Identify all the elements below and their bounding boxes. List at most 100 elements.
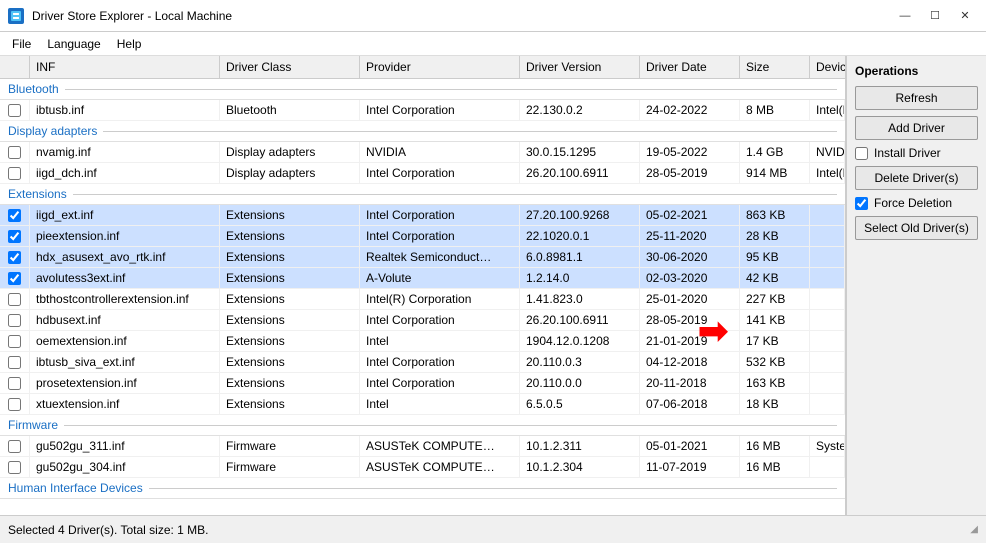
col-size[interactable]: Size [740, 56, 810, 78]
close-button[interactable]: ✕ [952, 6, 978, 26]
cell-size: 8 MB [740, 100, 810, 120]
menu-item-file[interactable]: File [4, 35, 39, 53]
cell-class: Firmware [220, 457, 360, 477]
cell-provider: Intel Corporation [360, 163, 520, 183]
row-checkbox[interactable] [8, 377, 21, 390]
row-checkbox[interactable] [8, 314, 21, 327]
cell-size: 914 MB [740, 163, 810, 183]
table-row[interactable]: pieextension.inf Extensions Intel Corpor… [0, 226, 845, 247]
row-checkbox[interactable] [8, 251, 21, 264]
row-checkbox[interactable] [8, 209, 21, 222]
force-deletion-row: Force Deletion ▶ [855, 196, 978, 210]
col-class[interactable]: Driver Class [220, 56, 360, 78]
window-controls: — ☐ ✕ [892, 6, 978, 26]
table-row[interactable]: ibtusb.inf Bluetooth Intel Corporation 2… [0, 100, 845, 121]
cell-device [810, 331, 845, 351]
cell-device [810, 352, 845, 372]
cell-inf: oemextension.inf [30, 331, 220, 351]
table-row[interactable]: tbthostcontrollerextension.inf Extension… [0, 289, 845, 310]
table-row[interactable]: xtuextension.inf Extensions Intel 6.5.0.… [0, 394, 845, 415]
cell-class: Extensions [220, 331, 360, 351]
cell-class: Extensions [220, 226, 360, 246]
cell-device: Intel(R) Wireless Bluetoot… [810, 100, 845, 120]
row-checkbox[interactable] [8, 293, 21, 306]
table-row[interactable]: hdx_asusext_avo_rtk.inf Extensions Realt… [0, 247, 845, 268]
col-version[interactable]: Driver Version [520, 56, 640, 78]
cell-version: 20.110.0.3 [520, 352, 640, 372]
cell-version: 10.1.2.304 [520, 457, 640, 477]
table-row[interactable]: ibtusb_siva_ext.inf Extensions Intel Cor… [0, 352, 845, 373]
group-extensions: Extensions [0, 184, 845, 205]
row-checkbox[interactable] [8, 272, 21, 285]
cell-date: 07-06-2018 [640, 394, 740, 414]
window-title: Driver Store Explorer - Local Machine [32, 9, 232, 23]
cell-date: 25-11-2020 [640, 226, 740, 246]
cell-class: Extensions [220, 289, 360, 309]
row-checkbox[interactable] [8, 167, 21, 180]
row-checkbox[interactable] [8, 230, 21, 243]
status-bar: Selected 4 Driver(s). Total size: 1 MB. … [0, 515, 986, 543]
refresh-button[interactable]: Refresh [855, 86, 978, 110]
cell-inf: nvamig.inf [30, 142, 220, 162]
row-checkbox[interactable] [8, 356, 21, 369]
table-row[interactable]: iigd_dch.inf Display adapters Intel Corp… [0, 163, 845, 184]
cell-inf: ibtusb.inf [30, 100, 220, 120]
cell-date: 28-05-2019 [640, 163, 740, 183]
cell-date: 19-05-2022 [640, 142, 740, 162]
row-checkbox[interactable] [8, 335, 21, 348]
minimize-button[interactable]: — [892, 6, 918, 26]
table-row[interactable]: prosetextension.inf Extensions Intel Cor… [0, 373, 845, 394]
install-driver-checkbox[interactable] [855, 147, 868, 160]
table-row[interactable]: avolutess3ext.inf Extensions A-Volute 1.… [0, 268, 845, 289]
table-row[interactable]: hdbusext.inf Extensions Intel Corporatio… [0, 310, 845, 331]
cell-device [810, 457, 845, 477]
table-row[interactable]: nvamig.inf Display adapters NVIDIA 30.0.… [0, 142, 845, 163]
cell-size: 28 KB [740, 226, 810, 246]
table-row[interactable]: gu502gu_311.inf Firmware ASUSTeK COMPUTE… [0, 436, 845, 457]
select-old-drivers-button[interactable]: Select Old Driver(s) [855, 216, 978, 240]
maximize-button[interactable]: ☐ [922, 6, 948, 26]
delete-drivers-button[interactable]: Delete Driver(s) [855, 166, 978, 190]
cell-date: 05-01-2021 [640, 436, 740, 456]
cell-provider: Intel Corporation [360, 373, 520, 393]
force-deletion-checkbox[interactable] [855, 197, 868, 210]
col-provider[interactable]: Provider [360, 56, 520, 78]
cell-class: Extensions [220, 247, 360, 267]
title-bar: Driver Store Explorer - Local Machine — … [0, 0, 986, 32]
row-checkbox[interactable] [8, 440, 21, 453]
row-checkbox[interactable] [8, 104, 21, 117]
col-date[interactable]: Driver Date [640, 56, 740, 78]
menu-item-language[interactable]: Language [39, 35, 108, 53]
row-checkbox[interactable] [8, 146, 21, 159]
add-driver-button[interactable]: Add Driver [855, 116, 978, 140]
cell-inf: prosetextension.inf [30, 373, 220, 393]
cell-version: 22.130.0.2 [520, 100, 640, 120]
cell-date: 04-12-2018 [640, 352, 740, 372]
table-row[interactable]: iigd_ext.inf Extensions Intel Corporatio… [0, 205, 845, 226]
cell-inf: pieextension.inf [30, 226, 220, 246]
cell-version: 22.1020.0.1 [520, 226, 640, 246]
group-display-adapters: Display adapters [0, 121, 845, 142]
col-device[interactable]: Device Name [810, 56, 846, 78]
force-deletion-label: Force Deletion [874, 196, 952, 210]
cell-size: 227 KB [740, 289, 810, 309]
cell-size: 42 KB [740, 268, 810, 288]
cell-provider: Realtek Semiconduct… [360, 247, 520, 267]
cell-class: Extensions [220, 352, 360, 372]
cell-inf: ibtusb_siva_ext.inf [30, 352, 220, 372]
cell-size: 16 MB [740, 436, 810, 456]
cell-device [810, 289, 845, 309]
cell-size: 95 KB [740, 247, 810, 267]
table-row[interactable]: gu502gu_304.inf Firmware ASUSTeK COMPUTE… [0, 457, 845, 478]
table-row[interactable]: oemextension.inf Extensions Intel 1904.1… [0, 331, 845, 352]
cell-size: 141 KB [740, 310, 810, 330]
row-checkbox[interactable] [8, 461, 21, 474]
cell-provider: Intel Corporation [360, 100, 520, 120]
col-inf[interactable]: INF [30, 56, 220, 78]
cell-device [810, 205, 845, 225]
row-checkbox[interactable] [8, 398, 21, 411]
cell-version: 26.20.100.6911 [520, 310, 640, 330]
cell-date: 05-02-2021 [640, 205, 740, 225]
menu-item-help[interactable]: Help [109, 35, 150, 53]
cell-class: Firmware [220, 436, 360, 456]
